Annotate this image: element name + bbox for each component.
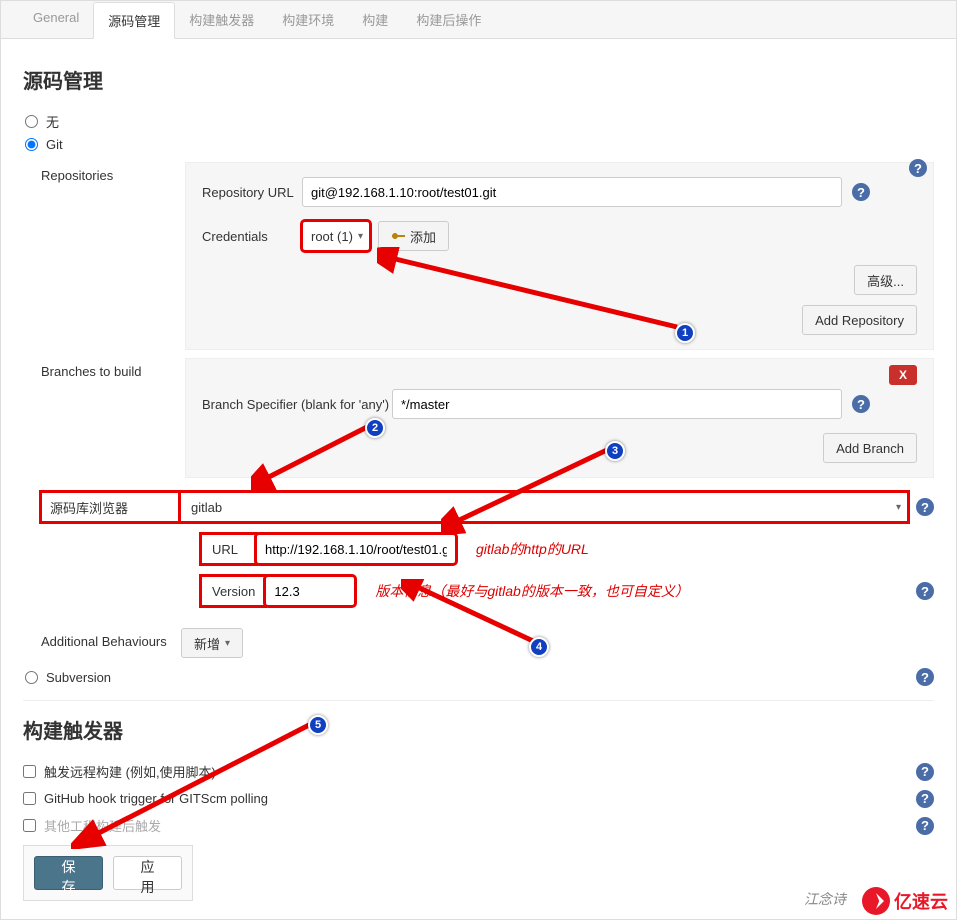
help-icon[interactable]: ? xyxy=(916,668,934,686)
browser-version-input[interactable] xyxy=(265,576,355,606)
help-icon[interactable]: ? xyxy=(916,582,934,600)
help-icon[interactable]: ? xyxy=(916,817,934,835)
trigger-other-checkbox[interactable] xyxy=(23,819,36,832)
browser-version-label: Version xyxy=(201,576,265,606)
scm-git-radio[interactable] xyxy=(25,138,38,151)
trigger-remote-label: 触发远程构建 (例如,使用脚本) xyxy=(44,762,216,781)
config-tabs: General 源码管理 构建触发器 构建环境 构建 构建后操作 xyxy=(1,1,956,39)
brand-logo-icon xyxy=(862,887,890,915)
brand-text: 亿速云 xyxy=(894,888,948,914)
tab-general[interactable]: General xyxy=(19,2,93,39)
add-branch-button[interactable]: Add Branch xyxy=(823,433,917,463)
branches-panel: X Branch Specifier (blank for 'any') ? A… xyxy=(185,358,934,478)
add-credentials-button[interactable]: 添加 xyxy=(378,221,449,251)
tab-scm[interactable]: 源码管理 xyxy=(93,2,175,39)
chevron-down-icon: ▾ xyxy=(896,502,901,513)
help-icon[interactable]: ? xyxy=(916,763,934,781)
annotation-badge-5: 5 xyxy=(308,715,328,735)
trigger-github-label: GitHub hook trigger for GITScm polling xyxy=(44,791,268,806)
help-icon[interactable]: ? xyxy=(909,159,927,177)
repo-url-input[interactable] xyxy=(302,177,842,207)
brand-watermark: 亿速云 xyxy=(862,887,948,915)
annotation-version: 版本信息（最好与gitlab的版本一致，也可自定义） xyxy=(375,581,688,601)
delete-branch-button[interactable]: X xyxy=(889,365,917,385)
repositories-label: Repositories xyxy=(41,162,181,183)
behaviours-label: Additional Behaviours xyxy=(41,628,181,649)
section-title-triggers: 构建触发器 xyxy=(23,715,934,744)
add-credentials-label: 添加 xyxy=(410,227,436,246)
apply-button[interactable]: 应用 xyxy=(113,856,182,890)
repo-url-label: Repository URL xyxy=(202,185,302,200)
footer-buttons: 保存 应用 xyxy=(23,845,193,901)
advanced-button[interactable]: 高级... xyxy=(854,265,917,295)
chevron-down-icon: ▾ xyxy=(358,231,363,242)
branch-spec-label: Branch Specifier (blank for 'any') xyxy=(202,397,392,412)
credentials-value: root (1) xyxy=(311,229,353,244)
annotation-url: gitlab的http的URL xyxy=(476,539,589,559)
add-behaviour-button[interactable]: 新增 ▾ xyxy=(181,628,243,658)
chevron-down-icon: ▾ xyxy=(225,638,230,649)
tab-build[interactable]: 构建 xyxy=(348,2,402,39)
annotation-badge-1: 1 xyxy=(675,323,695,343)
branches-label: Branches to build xyxy=(41,358,181,379)
repositories-panel: ? Repository URL ? Credentials root (1) … xyxy=(185,162,934,350)
help-icon[interactable]: ? xyxy=(916,790,934,808)
help-icon[interactable]: ? xyxy=(916,498,934,516)
repo-browser-value: gitlab xyxy=(191,500,222,515)
scm-subversion-label: Subversion xyxy=(46,670,111,685)
trigger-github-checkbox[interactable] xyxy=(23,792,36,805)
tab-env[interactable]: 构建环境 xyxy=(268,2,348,39)
scm-none-label: 无 xyxy=(46,112,59,131)
branch-spec-input[interactable] xyxy=(392,389,842,419)
trigger-remote-checkbox[interactable] xyxy=(23,765,36,778)
browser-url-label: URL xyxy=(201,534,256,564)
author-watermark: 江念诗 xyxy=(804,889,846,909)
tab-triggers[interactable]: 构建触发器 xyxy=(175,2,268,39)
annotation-badge-4: 4 xyxy=(529,637,549,657)
scm-subversion-radio[interactable] xyxy=(25,671,38,684)
add-repository-button[interactable]: Add Repository xyxy=(802,305,917,335)
add-behaviour-label: 新增 xyxy=(194,634,220,653)
help-icon[interactable]: ? xyxy=(852,395,870,413)
scm-none-radio[interactable] xyxy=(25,115,38,128)
browser-url-input[interactable] xyxy=(256,534,456,564)
repo-browser-label: 源码库浏览器 xyxy=(41,492,181,522)
trigger-other-label: 其他工程构建后触发 xyxy=(44,816,161,835)
annotation-badge-2: 2 xyxy=(365,418,385,438)
credentials-select[interactable]: root (1) ▾ xyxy=(302,221,370,251)
annotation-badge-3: 3 xyxy=(605,441,625,461)
tab-post[interactable]: 构建后操作 xyxy=(402,2,495,39)
key-icon xyxy=(391,231,405,241)
help-icon[interactable]: ? xyxy=(852,183,870,201)
repo-browser-select[interactable]: gitlab ▾ xyxy=(180,492,908,522)
section-title-scm: 源码管理 xyxy=(23,65,934,94)
scm-git-label: Git xyxy=(46,137,63,152)
save-button[interactable]: 保存 xyxy=(34,856,103,890)
credentials-label: Credentials xyxy=(202,229,302,244)
